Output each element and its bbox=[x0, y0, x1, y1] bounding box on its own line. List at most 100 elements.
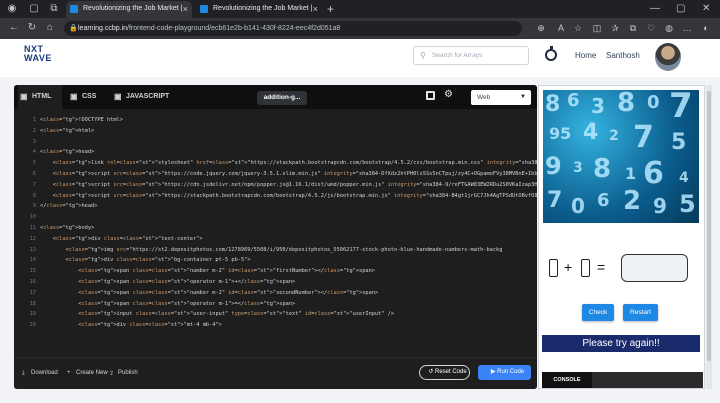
tab-actions-icon[interactable]: ⧉ bbox=[48, 3, 60, 15]
line-number: 6 bbox=[32, 171, 36, 177]
image-digit: 5 bbox=[671, 130, 687, 155]
favorite-icon[interactable]: ☆ bbox=[572, 22, 584, 34]
publish-button[interactable]: ⇪ Publish bbox=[109, 370, 138, 377]
tab-html[interactable]: ▣ HTML bbox=[18, 85, 62, 109]
create-new-label: Create New bbox=[76, 370, 108, 376]
chevron-down-icon: ▼ bbox=[520, 94, 526, 100]
publish-icon: ⇪ bbox=[109, 371, 115, 377]
page: NXT WAVE ⚲ Search for Arrays Home Santho… bbox=[0, 39, 720, 403]
console-tab[interactable]: CONSOLE bbox=[542, 372, 592, 388]
create-new-button[interactable]: + Create New bbox=[67, 370, 108, 376]
browser-toolbar: ← ↻ ⌂ 🔒 learning.ccbp.in/frontend-code-p… bbox=[0, 18, 720, 39]
profile-icon[interactable]: ◉ bbox=[6, 3, 18, 15]
reset-code-button[interactable]: ↺ Reset Code bbox=[419, 365, 470, 380]
tab-css[interactable]: ▣ CSS bbox=[68, 85, 108, 109]
back-icon[interactable]: ← bbox=[8, 22, 20, 34]
read-aloud-icon[interactable]: A bbox=[555, 22, 567, 34]
line-number: 1 bbox=[32, 117, 36, 123]
image-digit: 4 bbox=[583, 120, 599, 145]
tab-javascript[interactable]: ▣ JAVASCRIPT bbox=[112, 85, 182, 109]
extensions-icon[interactable]: ♡ bbox=[645, 22, 657, 34]
workspaces-icon[interactable]: ▢ bbox=[28, 3, 40, 15]
html5-icon: ▣ bbox=[20, 92, 28, 101]
line-number: 20 bbox=[29, 322, 36, 329]
browser-tab-2[interactable]: Revolutionizing the Job Market | × bbox=[196, 1, 322, 18]
tab-label: CSS bbox=[82, 93, 97, 100]
editor-tab-bar: ▣ HTML ▣ CSS ▣ JAVASCRIPT addition-g... … bbox=[14, 85, 537, 109]
reset-label: Reset Code bbox=[435, 369, 467, 375]
code-line: <class="tg">div class=class="st">"text-c… bbox=[40, 235, 203, 242]
minimize-icon[interactable]: — bbox=[650, 2, 660, 16]
timer-icon[interactable] bbox=[545, 46, 557, 61]
refresh-icon[interactable]: ↻ bbox=[26, 22, 38, 34]
code-line: <class="tg">div class=class="st">"mt-4 m… bbox=[40, 322, 222, 329]
close-window-icon[interactable]: ✕ bbox=[702, 2, 710, 16]
image-digit: 3 bbox=[573, 160, 583, 176]
more-options-icon[interactable]: … bbox=[681, 22, 693, 34]
collections-icon[interactable]: ⧉ bbox=[627, 22, 639, 34]
gear-icon[interactable]: ⚙ bbox=[444, 88, 453, 102]
close-tab-icon[interactable]: × bbox=[183, 1, 188, 17]
image-digit: 6 bbox=[597, 190, 610, 211]
zoom-icon[interactable]: ⊕ bbox=[535, 22, 547, 34]
line-number: 12 bbox=[29, 235, 36, 242]
new-tab-icon[interactable]: + bbox=[327, 2, 334, 16]
close-tab-icon[interactable]: × bbox=[313, 1, 318, 17]
image-digit: 7 bbox=[547, 188, 563, 213]
code-line: </class="tg">head> bbox=[40, 203, 98, 210]
plus-icon: + bbox=[67, 370, 71, 376]
answer-input[interactable] bbox=[621, 254, 688, 282]
preview-scrollbar[interactable] bbox=[706, 85, 712, 389]
home-icon[interactable]: ⌂ bbox=[44, 22, 56, 34]
line-number: 13 bbox=[29, 246, 36, 253]
scrollbar-thumb[interactable] bbox=[707, 91, 711, 361]
theme-select[interactable]: Web ▼ bbox=[471, 90, 531, 105]
code-line: <class="tg">input class=class="st">"user… bbox=[40, 311, 395, 318]
line-number: 7 bbox=[32, 181, 36, 188]
image-digit: 4 bbox=[679, 170, 689, 186]
code-line: <class="tg">link rel=class="st">"stylesh… bbox=[40, 160, 537, 167]
search-icon: ⚲ bbox=[420, 51, 426, 60]
code-line: <class="tg">img src="https://st2.deposit… bbox=[40, 246, 503, 253]
reset-icon: ↺ bbox=[428, 369, 435, 375]
check-button[interactable]: Check bbox=[582, 304, 614, 321]
search-input[interactable]: ⚲ Search for Arrays bbox=[413, 46, 529, 65]
avatar[interactable] bbox=[655, 43, 681, 71]
image-digit: 8 bbox=[545, 92, 561, 117]
maximize-icon[interactable]: ▢ bbox=[676, 2, 685, 16]
address-bar[interactable]: 🔒 learning.ccbp.in/frontend-code-playgro… bbox=[64, 21, 522, 36]
browser-tab-1[interactable]: Revolutionizing the Job Market | × bbox=[66, 1, 192, 18]
save-icon[interactable] bbox=[426, 91, 435, 100]
site-favicon bbox=[70, 5, 78, 13]
image-digit: 2 bbox=[609, 128, 619, 144]
nxtwave-logo[interactable]: NXT WAVE bbox=[24, 45, 52, 63]
tab-label: HTML bbox=[32, 93, 52, 100]
file-name-tab[interactable]: addition-g... bbox=[257, 91, 307, 105]
code-editor: ▣ HTML ▣ CSS ▣ JAVASCRIPT addition-g... … bbox=[14, 85, 537, 389]
code-area[interactable]: 1 <class="tg">!DOCTYPE html> 2 <class="tg">… bbox=[14, 115, 537, 357]
second-number bbox=[581, 259, 590, 277]
user-name[interactable]: Santhosh bbox=[606, 51, 640, 60]
equals-operator: = bbox=[597, 259, 606, 275]
image-digit: 1 bbox=[625, 164, 637, 183]
line-number: 11 bbox=[29, 225, 36, 231]
line-number: 16 bbox=[29, 279, 36, 285]
code-line: <class="tg">span class=class="st">"opera… bbox=[40, 279, 296, 285]
restart-button[interactable]: Restart bbox=[623, 304, 658, 321]
favorites-bar-icon[interactable]: ✰ bbox=[609, 22, 621, 34]
numbers-image: 8 6 3 8 0 7 95 4 2 7 5 9 3 8 1 6 4 7 0 6… bbox=[543, 90, 699, 223]
split-screen-icon[interactable]: ◫ bbox=[591, 22, 603, 34]
edge-sidebar-icon[interactable]: ◐ bbox=[700, 22, 712, 34]
url-host: learning.ccbp.in bbox=[78, 25, 128, 32]
publish-label: Publish bbox=[118, 370, 138, 376]
tab-title: Revolutionizing the Job Market | bbox=[83, 5, 183, 12]
copilot-icon[interactable]: ◍ bbox=[663, 22, 675, 34]
run-label: Run Code bbox=[497, 369, 525, 375]
nav-home-link[interactable]: Home bbox=[575, 51, 596, 60]
code-line: <class="tg">script src=class="st">"https… bbox=[40, 192, 537, 199]
line-number: 18 bbox=[29, 300, 36, 307]
code-line: <class="tg">html> bbox=[40, 127, 95, 134]
run-code-button[interactable]: ▶ Run Code bbox=[478, 365, 531, 380]
code-line: <class="tg">span class=class="st">"opera… bbox=[40, 300, 296, 307]
download-button[interactable]: ⤓ Download bbox=[22, 370, 58, 376]
